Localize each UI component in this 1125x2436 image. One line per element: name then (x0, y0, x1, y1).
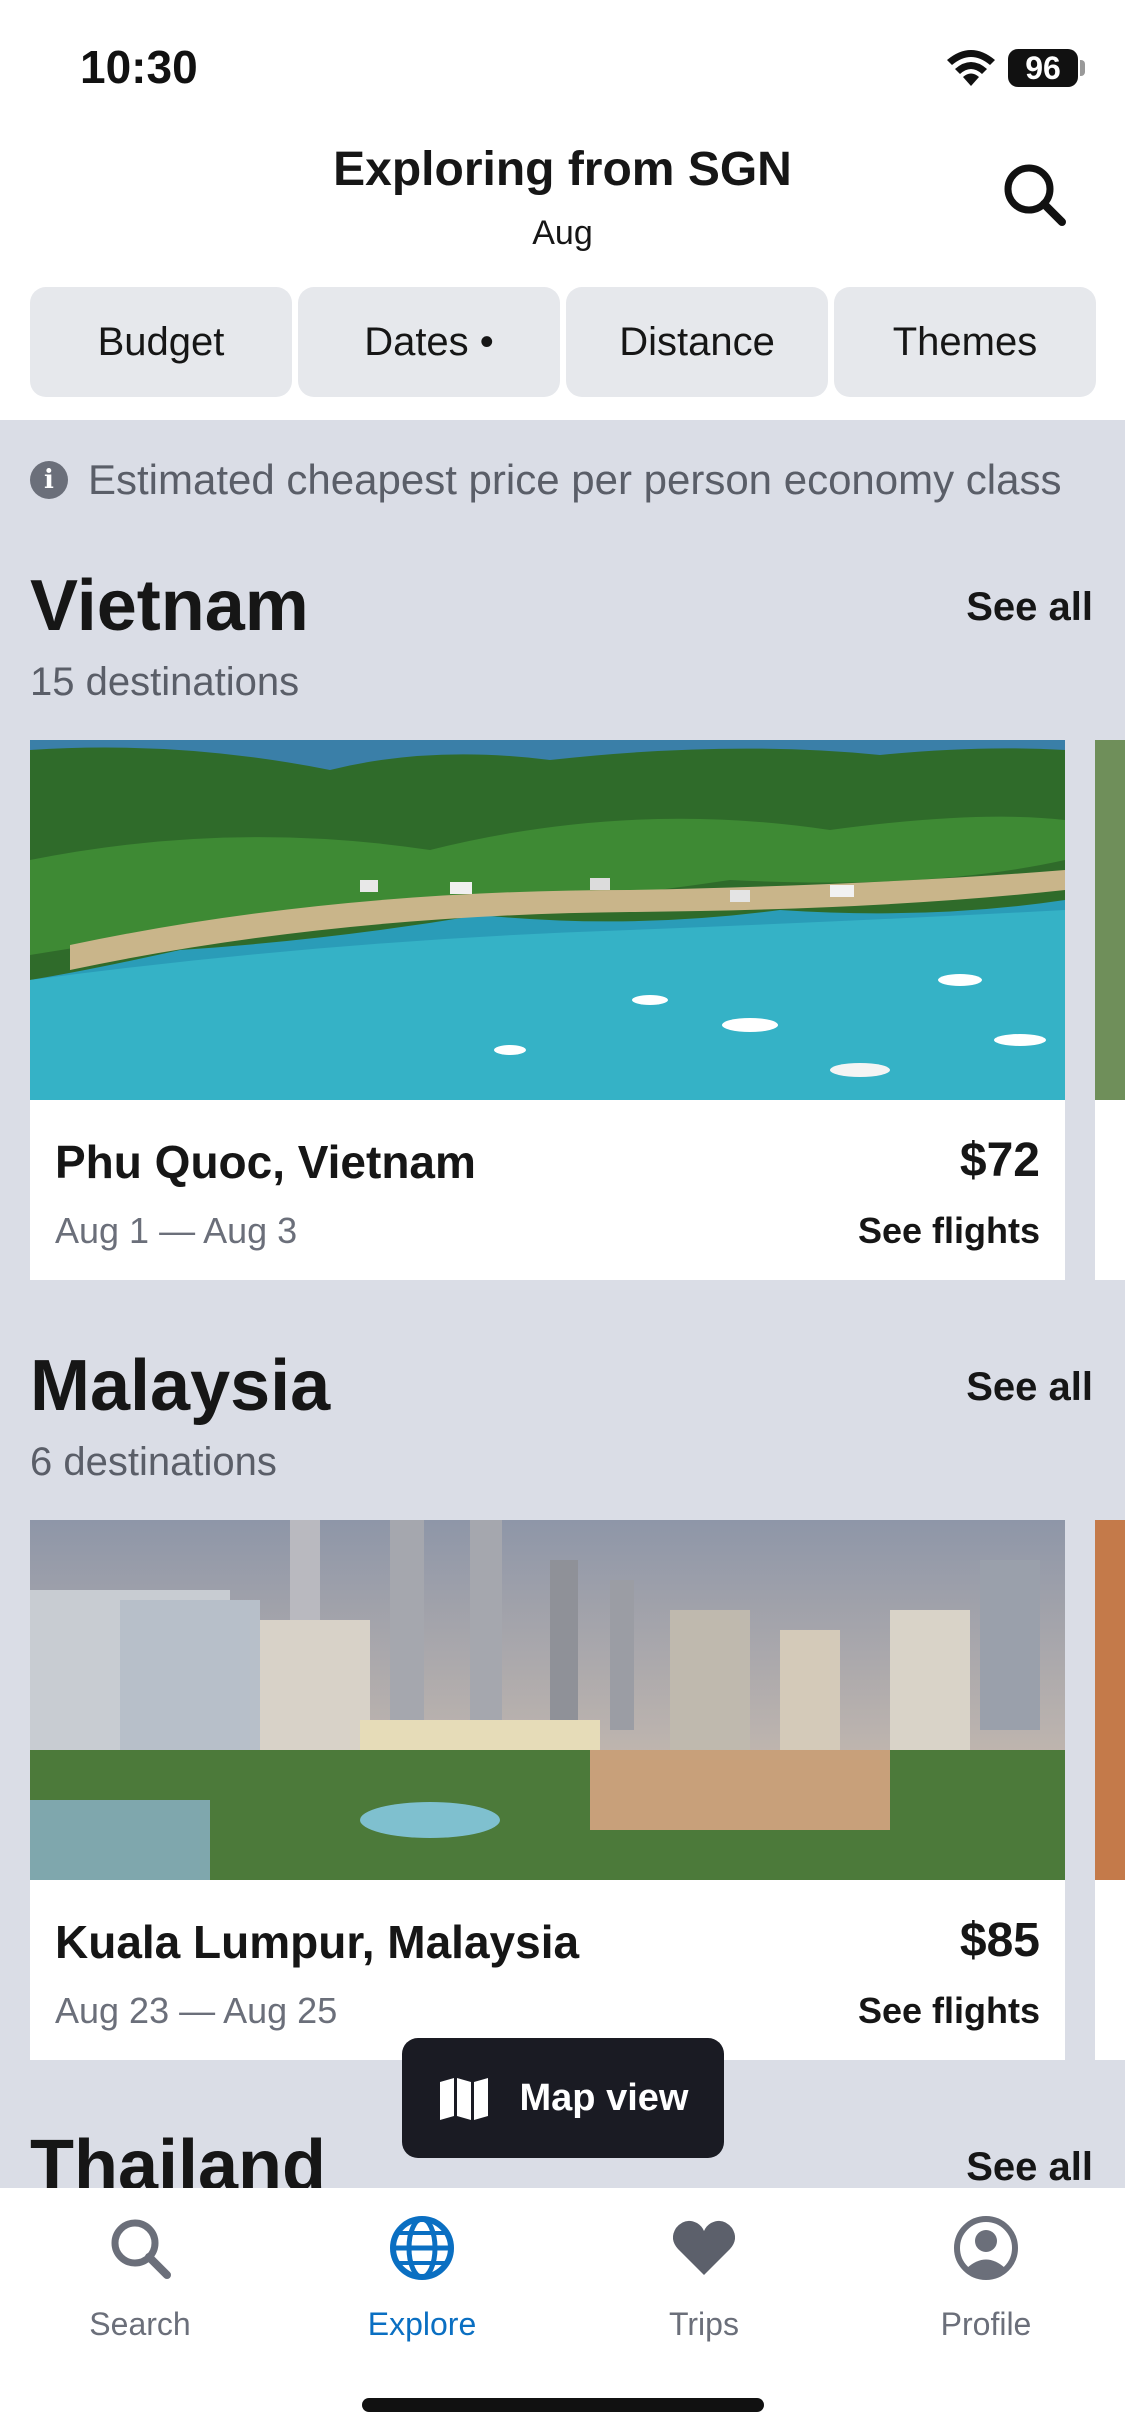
battery-tip (1080, 60, 1085, 76)
see-flights-link[interactable]: See flights (858, 1990, 1040, 2032)
tab-label: Explore (367, 2306, 477, 2342)
home-indicator (362, 2398, 764, 2412)
tab-label: Trips (669, 2306, 739, 2342)
filter-dates[interactable]: Dates • (298, 287, 560, 397)
status-bar: 10:30 96 (0, 0, 1125, 130)
destination-dates: Aug 23 — Aug 25 (55, 1990, 338, 2031)
section-title-vietnam: Vietnam (30, 566, 309, 646)
globe-icon (390, 2216, 454, 2280)
filter-bar: Budget Dates • Distance Themes (0, 285, 1125, 420)
filter-themes[interactable]: Themes (834, 287, 1096, 397)
map-icon (439, 2078, 488, 2120)
search-icon[interactable] (1000, 160, 1070, 230)
tab-profile[interactable]: Profile (876, 2213, 1096, 2343)
section-title-thailand: Thailand (30, 2126, 327, 2190)
next-card-peek[interactable] (1095, 740, 1125, 1280)
battery-indicator: 96 (1008, 49, 1078, 87)
info-icon: i (30, 461, 68, 499)
page-subtitle: Aug (532, 214, 593, 252)
heart-icon (672, 2220, 736, 2275)
search-icon (111, 2219, 171, 2279)
status-time: 10:30 (80, 41, 198, 93)
destination-image-kuala-lumpur (30, 1520, 1065, 1880)
destination-price: $85 (959, 1914, 1040, 1967)
filter-budget[interactable]: Budget (30, 287, 292, 397)
header: Exploring from SGN Aug (0, 130, 1125, 290)
tab-trips[interactable]: Trips (594, 2213, 814, 2343)
section-count-vietnam: 15 destinations (30, 660, 300, 704)
page-title: Exploring from SGN (333, 143, 792, 196)
section-title-malaysia: Malaysia (30, 1346, 331, 1426)
destination-image-phu-quoc (30, 740, 1065, 1100)
destination-card-kuala-lumpur[interactable]: Kuala Lumpur, Malaysia Aug 23 — Aug 25 $… (30, 1520, 1065, 2060)
profile-icon (954, 2216, 1018, 2280)
info-text: Estimated cheapest price per person econ… (88, 456, 1062, 503)
map-view-button[interactable]: Map view (402, 2038, 724, 2158)
destination-card-phu-quoc[interactable]: Phu Quoc, Vietnam Aug 1 — Aug 3 $72 See … (30, 740, 1065, 1280)
see-flights-link[interactable]: See flights (858, 1210, 1040, 1252)
see-all-vietnam[interactable]: See all (966, 585, 1093, 630)
see-all-malaysia[interactable]: See all (966, 1365, 1093, 1410)
tab-explore[interactable]: Explore (312, 2213, 532, 2343)
see-all-thailand[interactable]: See all (966, 2145, 1093, 2190)
destination-name: Phu Quoc, Vietnam (55, 1136, 476, 1188)
tab-search[interactable]: Search (30, 2213, 250, 2343)
section-count-malaysia: 6 destinations (30, 1440, 277, 1484)
tab-label: Search (89, 2306, 191, 2342)
wifi-icon (947, 50, 995, 86)
destination-dates: Aug 1 — Aug 3 (55, 1210, 298, 1251)
tab-label: Profile (940, 2306, 1032, 2342)
next-card-peek[interactable] (1095, 1520, 1125, 2060)
price-info-note: i Estimated cheapest price per person ec… (30, 450, 1062, 510)
destination-name: Kuala Lumpur, Malaysia (55, 1916, 580, 1968)
destination-price: $72 (959, 1134, 1040, 1187)
filter-distance[interactable]: Distance (566, 287, 828, 397)
map-view-label: Map view (519, 2076, 689, 2119)
explore-content[interactable]: i Estimated cheapest price per person ec… (0, 420, 1125, 2190)
